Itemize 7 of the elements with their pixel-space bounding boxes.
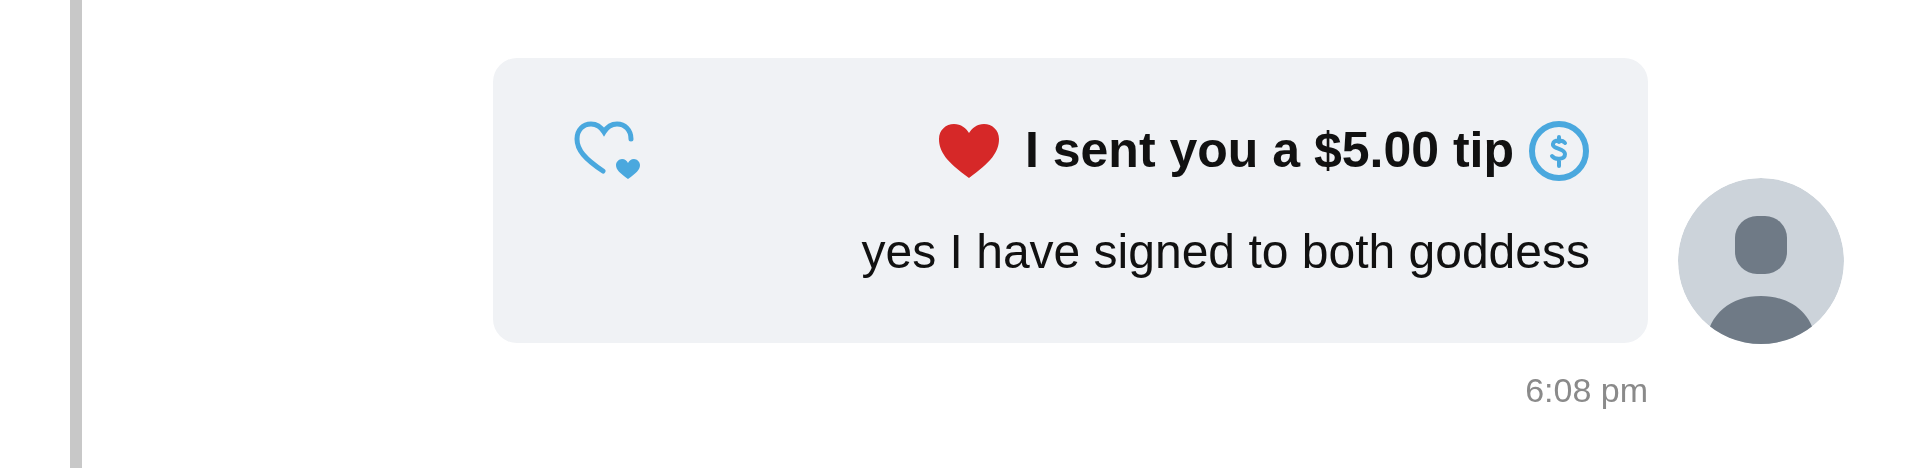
message-text: yes I have signed to both goddess [861, 224, 1590, 280]
scrollbar[interactable] [70, 0, 82, 468]
message-time: 6:08 pm [1525, 370, 1648, 411]
avatar-icon [1678, 178, 1844, 344]
dollar-icon [1528, 119, 1590, 182]
heart-icon [936, 121, 1001, 180]
tip-text: I sent you a $5.00 tip [1024, 121, 1514, 180]
